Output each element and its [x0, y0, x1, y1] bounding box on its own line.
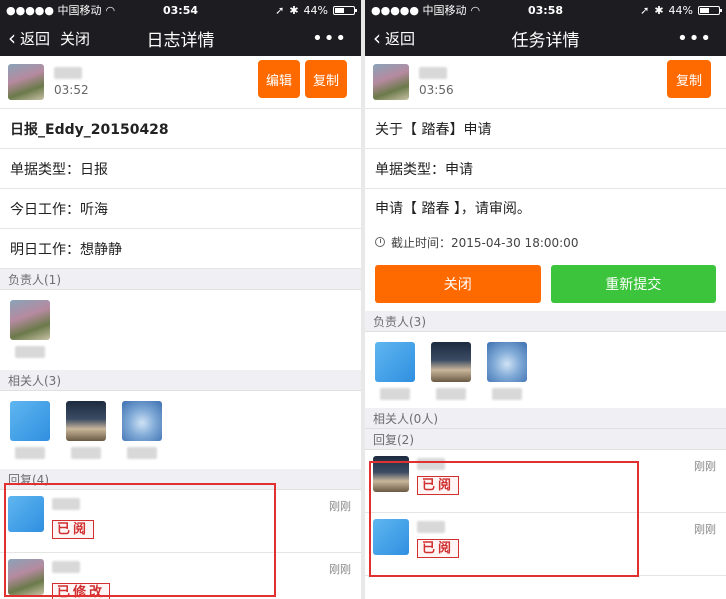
task-content: 申请【 踏春 】，请审阅。 — [375, 201, 531, 217]
back-label: 返回 — [385, 29, 416, 48]
person-name-blurred — [15, 346, 45, 358]
battery-icon — [698, 5, 722, 15]
owners-section-header: 负责人(1) — [0, 269, 361, 290]
bluetooth-icon: ✱ — [654, 3, 664, 17]
related-item[interactable] — [10, 401, 50, 469]
related-item[interactable] — [122, 401, 162, 469]
person-name-blurred — [71, 447, 101, 459]
location-icon: ➚ — [275, 3, 285, 17]
owners-list — [0, 290, 361, 370]
close-task-button[interactable]: 关闭 — [375, 265, 541, 303]
avatar — [10, 300, 50, 340]
copy-button[interactable]: 复制 — [305, 60, 347, 98]
owner-item[interactable] — [10, 300, 50, 370]
avatar[interactable] — [8, 64, 44, 100]
location-icon: ➚ — [640, 3, 650, 17]
avatar — [10, 401, 50, 441]
battery-level-bar — [700, 7, 709, 13]
avatar — [66, 401, 106, 441]
bluetooth-icon: ✱ — [289, 3, 299, 17]
nav-bar: ‹ 返回 任务详情 ••• — [365, 20, 726, 56]
action-buttons: 关闭 重新提交 — [365, 257, 726, 311]
task-detail-screen: ●●●●● 中国移动 ◠ 03:58 ➚ ✱ 44% ‹ 返回 任务详情 ••• 0… — [365, 0, 726, 599]
today-work-row: 今日工作：听海 — [0, 189, 361, 229]
back-label: 返回 — [20, 29, 51, 48]
tomorrow-work-row: 明日工作：想静静 — [0, 229, 361, 269]
created-time: 03:52 — [54, 83, 89, 97]
battery-level-bar — [335, 7, 344, 13]
battery-percent: 44% — [668, 3, 693, 17]
back-button[interactable]: ‹ 返回 — [0, 28, 50, 49]
reply-time: 刚刚 — [694, 460, 716, 473]
edit-button[interactable]: 编辑 — [258, 60, 300, 98]
status-bar: ●●●●● 中国移动 ◠ 03:58 ➚ ✱ 44% — [365, 0, 726, 20]
related-section-header: 相关人(0人) — [365, 408, 726, 429]
avatar — [375, 342, 415, 382]
doc-type-row: 单据类型：日报 — [0, 149, 361, 189]
related-list — [0, 391, 361, 469]
person-name-blurred — [15, 447, 45, 459]
clock-icon — [375, 237, 385, 247]
related-section-header: 相关人(3) — [0, 370, 361, 391]
person-name-blurred — [436, 388, 466, 400]
person-name-blurred — [492, 388, 522, 400]
highlight-box — [369, 461, 639, 577]
author-header: 03:56 复制 — [365, 56, 726, 109]
close-button[interactable]: 关闭 — [60, 28, 90, 49]
chevron-left-icon: ‹ — [8, 26, 16, 50]
related-item[interactable] — [66, 401, 106, 469]
page-title: 任务详情 — [511, 30, 580, 51]
reply-time: 刚刚 — [329, 500, 351, 513]
avatar — [431, 342, 471, 382]
deadline-row: 截止时间：2015-04-30 18:00:00 — [365, 227, 726, 257]
log-title: 日报_Eddy_20150428 — [0, 109, 361, 149]
status-bar: ●●●●● 中国移动 ◠ 03:54 ➚ ✱ 44% — [0, 0, 361, 20]
replies-section-header: 回复(2) — [365, 429, 726, 450]
log-detail-screen: ●●●●● 中国移动 ◠ 03:54 ➚ ✱ 44% ‹ 返回 关闭 日志详情 ••… — [0, 0, 361, 599]
person-name-blurred — [127, 447, 157, 459]
page-title: 日志详情 — [146, 30, 215, 51]
highlight-box — [4, 483, 276, 597]
author-name-blurred — [54, 67, 82, 79]
chevron-left-icon: ‹ — [373, 26, 381, 50]
owners-list — [365, 332, 726, 408]
avatar — [487, 342, 527, 382]
author-name-blurred — [419, 67, 447, 79]
more-icon[interactable]: ••• — [312, 28, 347, 49]
owners-section-header: 负责人(3) — [365, 311, 726, 332]
nav-bar: ‹ 返回 关闭 日志详情 ••• — [0, 20, 361, 56]
more-icon[interactable]: ••• — [677, 28, 712, 49]
avatar — [122, 401, 162, 441]
deadline-text: 截止时间：2015-04-30 18:00:00 — [391, 235, 579, 250]
copy-button[interactable]: 复制 — [667, 60, 711, 98]
back-button[interactable]: ‹ 返回 — [365, 28, 415, 49]
battery-icon — [333, 5, 357, 15]
created-time: 03:56 — [419, 83, 454, 97]
author-header: 03:52 编辑 复制 — [0, 56, 361, 109]
owner-item[interactable] — [375, 342, 415, 408]
doc-type-row: 单据类型：申请 — [365, 149, 726, 189]
battery-percent: 44% — [303, 3, 328, 17]
resubmit-button[interactable]: 重新提交 — [550, 265, 716, 303]
owner-item[interactable] — [431, 342, 471, 408]
reply-time: 刚刚 — [694, 523, 716, 536]
avatar[interactable] — [373, 64, 409, 100]
person-name-blurred — [380, 388, 410, 400]
task-title: 关于【 踏春】申请 — [365, 109, 726, 149]
reply-time: 刚刚 — [329, 563, 351, 576]
owner-item[interactable] — [487, 342, 527, 408]
